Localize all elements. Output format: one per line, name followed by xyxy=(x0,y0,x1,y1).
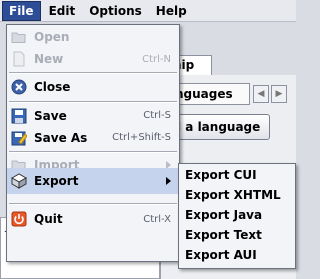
submenu-item-export-cui[interactable]: Export CUI xyxy=(185,168,257,182)
menu-item-close-label: Close xyxy=(34,80,71,94)
menu-separator xyxy=(9,101,177,103)
menu-item-open[interactable]: Open xyxy=(7,27,179,47)
save-icon xyxy=(10,108,28,124)
add-language-button[interactable]: l a language xyxy=(170,114,270,140)
export-icon xyxy=(10,173,28,189)
menu-item-save-shortcut: Ctrl-S xyxy=(143,110,171,121)
menu-options-label: Options xyxy=(89,3,142,18)
folder-open-icon xyxy=(10,29,28,45)
menu-file[interactable]: File xyxy=(2,0,41,21)
menu-item-save-label: Save xyxy=(34,108,67,123)
menu-item-new-shortcut: Ctrl-N xyxy=(142,53,171,65)
file-menu: Open New Ctrl-N Close Save Ctrl-S Save A… xyxy=(6,24,180,262)
menu-item-save-as[interactable]: Save As Ctrl+Shift-S xyxy=(7,127,179,148)
menu-separator xyxy=(9,203,177,205)
menubar: File Edit Options Help xyxy=(0,0,296,22)
tab-scroll-right-button[interactable]: ▶ xyxy=(271,85,287,103)
menu-file-label: File xyxy=(9,3,34,18)
menu-item-save-as-shortcut: Ctrl+Shift-S xyxy=(112,132,171,143)
menu-edit-label: Edit xyxy=(48,3,76,18)
export-submenu: Export CUI Export XHTML Export Java Expo… xyxy=(178,163,296,269)
menu-item-open-label: Open xyxy=(34,30,70,44)
menu-item-close[interactable]: Close xyxy=(7,76,179,98)
menu-item-save[interactable]: Save Ctrl-S xyxy=(7,105,179,126)
submenu-item-export-java[interactable]: Export Java xyxy=(185,208,262,222)
menu-item-new-label: New xyxy=(34,52,64,66)
submenu-item-export-xhtml[interactable]: Export XHTML xyxy=(185,188,281,202)
tab-scroll-left-button[interactable]: ◀ xyxy=(253,85,269,103)
menu-options[interactable]: Options xyxy=(83,1,148,21)
menu-item-quit-shortcut: Ctrl-X xyxy=(143,213,171,225)
save-as-icon xyxy=(10,130,28,146)
tab-scroll-buttons: ◀ ▶ xyxy=(253,85,287,103)
menu-edit[interactable]: Edit xyxy=(43,1,82,21)
menu-separator xyxy=(9,151,177,153)
menu-item-export-label: Export xyxy=(34,174,79,188)
menu-item-save-as-label: Save As xyxy=(34,130,88,145)
submenu-item-export-aui[interactable]: Export AUI xyxy=(185,248,257,262)
submenu-item-export-text[interactable]: Export Text xyxy=(185,228,262,242)
new-file-icon xyxy=(10,51,28,67)
submenu-arrow-icon xyxy=(166,177,171,185)
menu-item-quit[interactable]: Quit Ctrl-X xyxy=(7,208,179,230)
languages-tab[interactable]: nguages xyxy=(170,83,250,105)
menu-item-new[interactable]: New Ctrl-N xyxy=(7,49,179,69)
menu-separator xyxy=(9,72,177,74)
close-icon xyxy=(10,79,28,95)
menu-item-export[interactable]: Export xyxy=(7,168,179,194)
menu-item-quit-label: Quit xyxy=(34,212,63,226)
menu-help-label: Help xyxy=(155,3,187,18)
power-icon xyxy=(10,211,28,227)
menu-help[interactable]: Help xyxy=(150,1,193,21)
